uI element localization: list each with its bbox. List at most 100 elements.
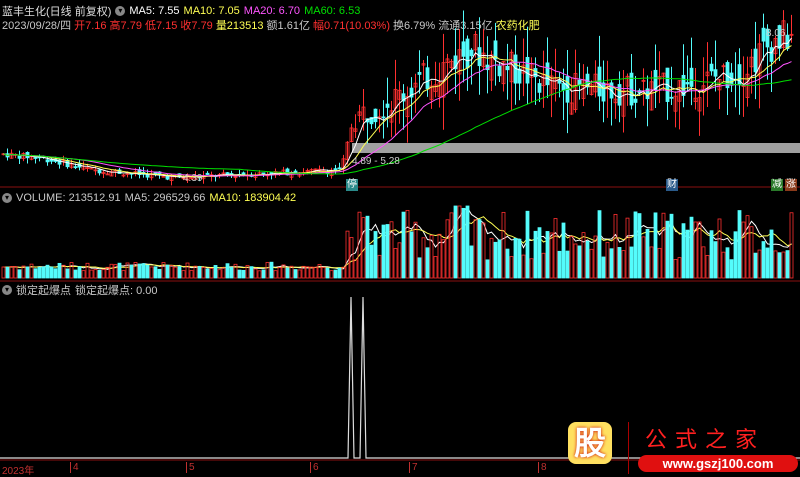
volume-bar	[541, 252, 546, 279]
volume-bar	[609, 248, 614, 279]
volume-bar	[413, 221, 418, 279]
candle	[465, 38, 470, 69]
volume-bar	[425, 247, 430, 279]
volume-bar	[285, 267, 290, 279]
candle	[73, 166, 78, 169]
volume-bar	[605, 241, 610, 279]
volume-bar	[597, 210, 602, 279]
volume-bar	[585, 240, 590, 279]
candle	[533, 68, 538, 78]
volume-bar	[145, 264, 150, 279]
volume-ma10: MA10: 183904.42	[209, 192, 297, 204]
volume-bar	[569, 235, 574, 279]
volume-bar	[761, 241, 766, 279]
candle	[97, 169, 102, 174]
candle	[205, 172, 210, 175]
volume-bar	[757, 249, 762, 279]
volume-bar	[625, 217, 630, 279]
volume-bar	[65, 268, 70, 279]
chevron-down-icon[interactable]: ▾	[2, 193, 12, 203]
candle	[685, 82, 690, 85]
volume-bar	[361, 217, 366, 279]
volume-bar	[701, 246, 706, 279]
volume-bar	[781, 251, 786, 279]
volume-bar	[373, 231, 378, 279]
candle	[753, 48, 758, 73]
volume-bar	[261, 269, 266, 279]
reduce-tag[interactable]: 减	[771, 179, 783, 191]
candle	[337, 167, 342, 170]
candle	[385, 103, 390, 108]
candle	[505, 65, 510, 71]
volume-bar	[513, 237, 518, 279]
volume-bar	[209, 268, 214, 279]
volume-bar	[561, 222, 566, 279]
volume-bar	[517, 238, 522, 279]
volume-bar	[117, 262, 122, 279]
volume-bar	[217, 269, 222, 279]
volume-bar	[25, 266, 30, 279]
candle	[425, 67, 430, 89]
volume-bar	[713, 241, 718, 279]
volume-bar	[737, 210, 742, 279]
rise-tag[interactable]: 涨	[785, 179, 797, 191]
volume-bar	[137, 263, 142, 279]
volume-bar	[333, 269, 338, 279]
candle	[517, 68, 522, 84]
volume-bar	[445, 219, 450, 279]
volume-bar	[673, 259, 678, 279]
volume-bar	[521, 254, 526, 279]
candle	[373, 108, 378, 123]
finance-tag[interactable]: 财	[666, 179, 678, 191]
volume-bar	[69, 262, 74, 279]
candle	[653, 69, 658, 91]
volume-bar	[417, 257, 422, 279]
volume-bar	[649, 246, 654, 279]
volume-bar	[477, 219, 482, 279]
candle	[761, 27, 766, 42]
suspend-tag[interactable]: 停	[346, 179, 358, 191]
volume-bar	[225, 263, 230, 279]
volume-bar	[57, 262, 62, 279]
volume-bar	[589, 248, 594, 279]
volume-bar	[629, 246, 634, 279]
volume-bar	[657, 247, 662, 279]
volume-bar	[465, 205, 470, 279]
candle	[537, 83, 542, 93]
volume-bar	[641, 236, 646, 279]
high-price-label: 8.06	[766, 28, 786, 39]
volume-bar	[621, 250, 626, 279]
candle	[65, 159, 70, 168]
volume-bar	[5, 266, 10, 279]
volume-bar	[441, 239, 446, 279]
volume-bar	[601, 256, 606, 279]
volume-bar	[741, 221, 746, 279]
volume-bar	[41, 266, 46, 279]
candle	[709, 63, 714, 72]
volume-bar	[749, 226, 754, 279]
candle	[17, 155, 22, 159]
volume-bar	[553, 218, 558, 279]
volume-bar	[305, 266, 310, 279]
volume-bar	[745, 215, 750, 279]
volume-bar	[497, 239, 502, 279]
volume-bar	[293, 269, 298, 279]
volume-bar	[633, 211, 638, 279]
volume-bar	[661, 212, 666, 279]
volume-bar	[773, 250, 778, 279]
chevron-down-icon[interactable]: ▾	[2, 285, 12, 295]
volume-bar	[377, 254, 382, 279]
candle	[469, 49, 474, 57]
volume-bar	[557, 250, 562, 279]
volume-bar	[165, 264, 170, 279]
volume-bar	[437, 233, 442, 279]
volume-bar	[717, 218, 722, 279]
volume-bar	[681, 223, 686, 279]
volume-bar	[157, 268, 162, 279]
volume-bar	[309, 266, 314, 279]
volume-bar	[89, 269, 94, 279]
candle	[769, 47, 774, 62]
volume-bar	[129, 264, 134, 279]
kline-chart[interactable]	[0, 0, 800, 476]
candle	[145, 174, 150, 178]
